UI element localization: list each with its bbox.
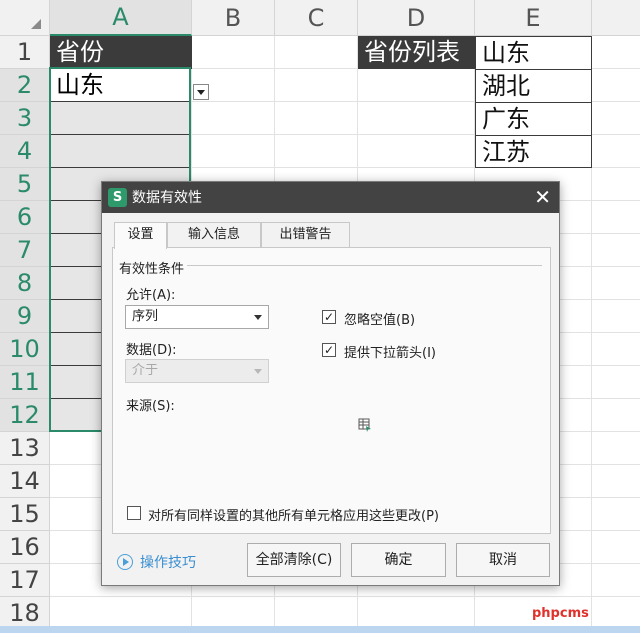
row-header-6[interactable]: 6 [0,201,50,234]
column-header-b[interactable]: B [192,0,275,36]
apply-all-label: 对所有同样设置的其他所有单元格应用这些更改(P) [148,509,439,524]
dialog-titlebar[interactable]: S 数据有效性 ✕ [102,182,559,213]
watermark: phpcms [532,606,589,621]
tab-settings[interactable]: 设置 [114,222,167,249]
ignore-blank-label: 忽略空值(B) [344,313,416,328]
row-header-12[interactable]: 12 [0,399,50,432]
cell-dropdown-button[interactable] [193,84,209,100]
row-header-17[interactable]: 17 [0,564,50,597]
allow-select-value: 序列 [132,309,159,324]
row-header-10[interactable]: 10 [0,333,50,366]
dropdown-arrow-checkbox[interactable]: ✓ [322,343,336,357]
help-tips-link[interactable]: 操作技巧 [140,552,196,572]
cell-e1[interactable]: 山东 [475,36,592,70]
cancel-button[interactable]: 取消 [456,543,550,577]
settings-panel [112,247,551,534]
data-label: 数据(D): [126,343,177,358]
cell-e4[interactable]: 江苏 [475,135,592,168]
cell-a2[interactable]: 山东 [50,69,190,102]
allow-label: 允许(A): [126,288,176,303]
row-header-13[interactable]: 13 [0,432,50,465]
row-header-2[interactable]: 2 [0,69,50,102]
select-all-corner[interactable] [0,0,50,36]
row-header-16[interactable]: 16 [0,531,50,564]
play-circle-icon[interactable] [117,554,133,570]
clear-all-button[interactable]: 全部清除(C) [247,543,341,577]
row-header-4[interactable]: 4 [0,135,50,168]
apply-all-checkbox[interactable] [127,506,141,520]
check-icon: ✓ [323,343,335,357]
column-header-a[interactable]: A [50,0,192,36]
row-header-11[interactable]: 11 [0,366,50,399]
dialog-title: 数据有效性 [132,190,202,206]
row-header-7[interactable]: 7 [0,234,50,267]
check-icon: ✓ [323,310,335,324]
chevron-down-icon [254,369,262,374]
data-select: 介于 [125,359,269,383]
cell-a1[interactable]: 省份 [50,36,192,69]
chevron-down-icon [254,315,262,320]
row-header-9[interactable]: 9 [0,300,50,333]
row-header-5[interactable]: 5 [0,168,50,201]
row-header-1[interactable]: 1 [0,36,50,69]
row-header-8[interactable]: 8 [0,267,50,300]
source-label: 来源(S): [126,399,175,414]
cell-a3[interactable] [50,102,190,135]
tab-input-message[interactable]: 输入信息 [167,222,261,248]
group-divider [187,265,542,266]
allow-select[interactable]: 序列 [125,305,269,329]
column-header-f[interactable] [592,0,640,36]
tab-error-alert[interactable]: 出错警告 [261,222,350,248]
ok-button[interactable]: 确定 [351,543,446,577]
cell-e3[interactable]: 广东 [475,102,592,136]
dropdown-arrow-label: 提供下拉箭头(I) [344,346,436,361]
row-header-15[interactable]: 15 [0,498,50,531]
cell-d1[interactable]: 省份列表 [358,36,475,69]
cell-e2[interactable]: 湖北 [475,69,592,103]
data-select-value: 介于 [132,363,159,378]
close-icon[interactable]: ✕ [534,184,551,210]
horizontal-scrollbar[interactable] [0,626,640,633]
ignore-blank-checkbox[interactable]: ✓ [322,310,336,324]
cell-a4[interactable] [50,135,190,168]
wps-spreadsheet-icon: S [108,188,127,207]
column-header-c[interactable]: C [275,0,358,36]
row-header-14[interactable]: 14 [0,465,50,498]
column-header-e[interactable]: E [475,0,592,36]
validation-criteria-group-title: 有效性条件 [119,262,185,277]
chevron-down-icon [197,90,205,95]
data-validation-dialog: S 数据有效性 ✕ 设置 输入信息 出错警告 有效性条件 允许(A): 序列 数… [101,181,560,586]
range-picker-icon[interactable] [358,418,372,432]
row-header-3[interactable]: 3 [0,102,50,135]
column-header-d[interactable]: D [358,0,475,36]
